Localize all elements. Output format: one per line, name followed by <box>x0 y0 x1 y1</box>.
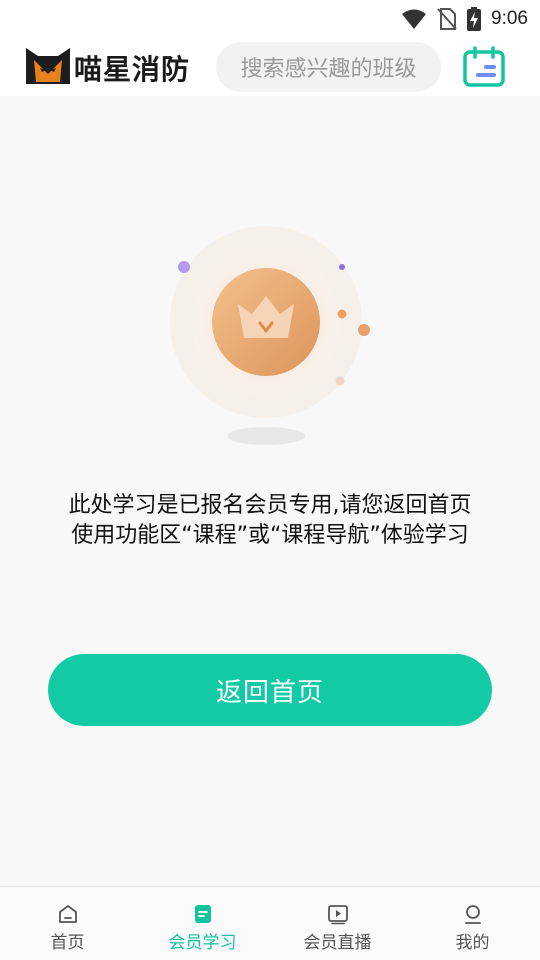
message-line-1: 此处学习是已报名会员专用,请您返回首页 <box>68 493 472 518</box>
tab-member-live[interactable]: 会员直播 <box>270 887 405 960</box>
user-icon <box>464 905 481 924</box>
tab-member-live-label: 会员直播 <box>303 933 372 953</box>
return-home-button[interactable]: 返回首页 <box>48 654 492 726</box>
home-icon <box>58 905 77 923</box>
tab-home[interactable]: 首页 <box>0 887 135 960</box>
status-bar: 9:06 <box>0 0 540 38</box>
message-line-2: 使用功能区“课程”或“课程导航”体验学习 <box>71 523 469 548</box>
battery-charging-icon <box>467 7 482 31</box>
app-header: 喵星消防 搜索感兴趣的班级 <box>0 38 540 96</box>
tab-mine-label: 我的 <box>455 933 490 953</box>
tab-member-study-label: 会员学习 <box>168 933 237 953</box>
members-only-message: 此处学习是已报名会员专用,请您返回首页 使用功能区“课程”或“课程导航”体验学习 <box>20 491 520 551</box>
play-icon <box>327 905 348 925</box>
tab-mine[interactable]: 我的 <box>405 887 540 960</box>
document-icon <box>194 905 211 923</box>
bottom-tab-bar: 首页 会员学习 会员直播 我的 <box>0 886 540 960</box>
tab-home-label: 首页 <box>50 933 85 953</box>
tab-member-study[interactable]: 会员学习 <box>135 887 270 960</box>
crown-badge-icon <box>170 226 370 445</box>
no-sim-icon <box>437 8 457 30</box>
cat-face-logo <box>26 48 70 84</box>
search-input[interactable]: 搜索感兴趣的班级 <box>216 42 441 92</box>
app-name: 喵星消防 <box>74 53 191 86</box>
status-time: 9:06 <box>491 8 528 29</box>
calendar-icon[interactable] <box>462 46 506 88</box>
main-content: 此处学习是已报名会员专用,请您返回首页 使用功能区“课程”或“课程导航”体验学习… <box>0 96 540 886</box>
wifi-icon <box>402 9 427 29</box>
